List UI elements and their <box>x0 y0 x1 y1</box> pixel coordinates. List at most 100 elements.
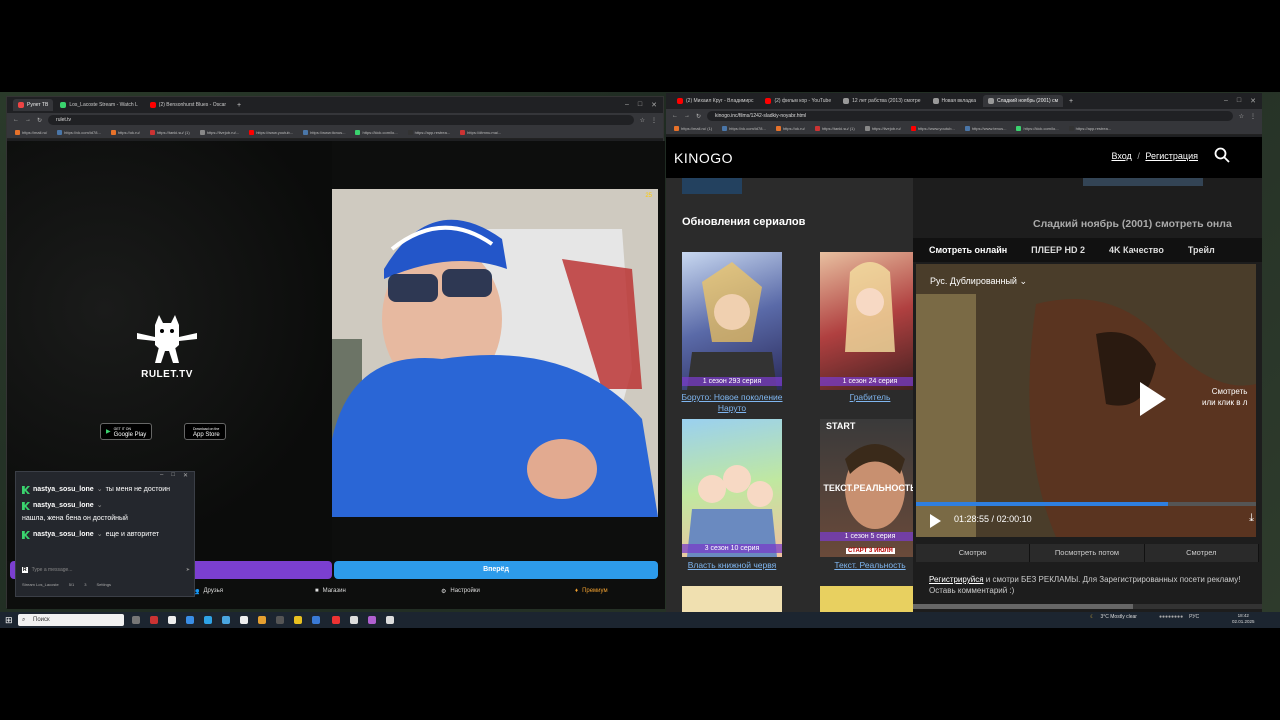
series-title[interactable]: Власть книжной червя <box>677 560 787 571</box>
language-indicator[interactable]: РУС <box>1189 614 1199 620</box>
right-tab-1[interactable]: (2) Михаил Круг - Владимирс <box>672 95 758 107</box>
prev-poster-thumb[interactable] <box>682 178 742 194</box>
app-icon[interactable] <box>312 616 320 624</box>
maximize-button[interactable]: □ <box>171 472 175 482</box>
app-icon[interactable] <box>240 616 248 624</box>
chrome-icon[interactable] <box>386 616 394 624</box>
tab-4k[interactable]: 4K Качество <box>1109 245 1164 255</box>
download-icon[interactable]: ⤓ <box>1249 512 1254 525</box>
series-poster[interactable]: 3 сезон 10 серия <box>682 419 782 557</box>
nav-settings[interactable]: ⚙ Настройки <box>441 588 480 595</box>
horizontal-scrollbar[interactable] <box>913 604 1262 609</box>
kinogo-logo[interactable]: KINOGO <box>674 150 733 166</box>
chat-settings[interactable]: Settings <box>96 582 110 587</box>
left-tab-1[interactable]: Рулет ТВ <box>13 99 54 111</box>
maximize-button[interactable]: □ <box>638 101 642 109</box>
menu-icon[interactable]: ⋮ <box>651 117 657 124</box>
taskbar-search[interactable]: ⌕ Поиск <box>18 614 124 626</box>
close-button[interactable]: ✕ <box>651 101 657 109</box>
weather-text[interactable]: 3°C Mostly clear <box>1100 614 1136 620</box>
star-icon[interactable]: ☆ <box>640 117 645 124</box>
star-icon[interactable]: ☆ <box>1239 113 1244 120</box>
forward-icon[interactable]: → <box>684 113 690 119</box>
app-icon[interactable] <box>186 616 194 624</box>
rulet-logo[interactable]: RULET.TV <box>117 311 217 401</box>
minimize-button[interactable]: – <box>1224 97 1228 105</box>
app-store-button[interactable]: Download on the App Store <box>184 423 226 440</box>
scroll-thumb[interactable] <box>913 604 1133 609</box>
tray-icons[interactable]: ●●●●●●●● <box>1159 614 1183 620</box>
bookmark-item[interactable]: https://vk.com/id78... <box>722 126 766 131</box>
app-icon[interactable] <box>150 616 158 624</box>
weather-icon[interactable]: ☾ <box>1090 614 1094 620</box>
opera-icon[interactable] <box>332 616 340 624</box>
send-icon[interactable]: ➤ <box>186 567 190 573</box>
forward-icon[interactable]: → <box>25 117 31 123</box>
search-icon[interactable] <box>1214 147 1230 168</box>
close-button[interactable]: ✕ <box>1250 97 1256 105</box>
back-icon[interactable]: ← <box>13 117 19 123</box>
telegram-icon[interactable] <box>222 616 230 624</box>
series-poster[interactable]: START ТЕКСТ.РЕАЛЬНОСТЬ 1 сезон 5 серия С… <box>820 419 913 557</box>
windows-start-icon[interactable]: ⊞ <box>5 615 13 626</box>
right-tab-5[interactable]: Сладкий ноябрь (2001) см <box>982 95 1064 107</box>
google-play-button[interactable]: ▶ GET IT ON Google Play <box>100 423 153 440</box>
series-poster[interactable] <box>682 586 782 613</box>
bookmark-item[interactable]: https://tanki.su/ (1) <box>149 130 190 135</box>
nav-friends[interactable]: 👥 Друзья <box>192 588 223 595</box>
reload-icon[interactable]: ↻ <box>696 113 701 120</box>
app-icon[interactable] <box>276 616 284 624</box>
play-overlay-icon[interactable] <box>1140 382 1166 416</box>
reload-icon[interactable]: ↻ <box>37 117 42 124</box>
bookmark-item[interactable]: https://vk.com/id78... <box>57 130 101 135</box>
stream-label[interactable]: Stream Los_Lacoste <box>22 582 59 587</box>
edge-icon[interactable] <box>204 616 212 624</box>
new-tab-button[interactable]: + <box>237 102 241 109</box>
watching-button[interactable]: Смотрю <box>916 544 1031 562</box>
series-title[interactable]: Текст. Реальность <box>815 560 913 571</box>
bookmark-item[interactable]: https://app.restrea... <box>407 130 450 135</box>
tab-player-hd2[interactable]: ПЛЕЕР HD 2 <box>1031 245 1085 255</box>
series-title[interactable]: Боруто: Новое поколение Наруто <box>677 392 787 414</box>
chat-username[interactable]: nastya_sosu_lone <box>33 530 94 540</box>
new-tab-button[interactable]: + <box>1069 98 1073 105</box>
register-link[interactable]: Регистрация <box>1145 151 1198 161</box>
bookmark-item[interactable]: https://www.tenus... <box>964 126 1006 131</box>
clock[interactable]: 18:42 02.01.2025 <box>1232 613 1255 625</box>
right-tab-4[interactable]: Новая вкладка <box>928 95 981 107</box>
progress-bar[interactable] <box>916 502 1256 506</box>
bookmark-item[interactable]: https://livejob.ru/ <box>864 126 901 131</box>
tab-trailer[interactable]: Трейл <box>1188 245 1215 255</box>
right-tab-2[interactable]: (2) фильм кор - YouTube <box>760 95 836 107</box>
series-poster[interactable]: 1 сезон 293 серия <box>682 252 782 390</box>
series-poster[interactable] <box>820 586 913 613</box>
watch-later-button[interactable]: Посмотреть потом <box>1030 544 1145 562</box>
bookmark-item[interactable]: https://www.youtub... <box>249 130 293 135</box>
bookmark-item[interactable]: https://www.ticnus... <box>303 130 345 135</box>
bookmark-item[interactable]: https://mail.ru/ <box>15 130 47 135</box>
chat-username[interactable]: nastya_sosu_lone <box>33 485 94 495</box>
bookmark-item[interactable]: https://mail.ru/ (1) <box>674 126 712 131</box>
right-tab-3[interactable]: 12 лет рабства (2013) смотре <box>838 95 925 107</box>
app-icon[interactable] <box>368 616 376 624</box>
task-view-icon[interactable] <box>132 616 140 624</box>
nav-premium[interactable]: ♦ Премиум <box>575 588 608 594</box>
left-url-field[interactable]: rulet.tv <box>48 115 634 125</box>
minimize-button[interactable]: – <box>625 101 629 109</box>
series-poster[interactable]: 1 сезон 24 серия <box>820 252 913 390</box>
register-promo-link[interactable]: Регистрируйся <box>929 575 984 584</box>
bookmark-item[interactable]: https://kick.com/lo... <box>1016 126 1059 131</box>
play-icon[interactable] <box>930 514 941 528</box>
close-button[interactable]: ✕ <box>183 472 188 482</box>
bookmark-item[interactable]: https://tanki.su/ (1) <box>814 126 855 131</box>
chat-username[interactable]: nastya_sosu_lone <box>33 501 94 511</box>
chat-input[interactable]: Type a message... <box>32 567 182 573</box>
login-link[interactable]: Вход <box>1111 151 1131 161</box>
bookmark-item[interactable]: https://app.restrea... <box>1068 126 1111 131</box>
chrome-icon[interactable] <box>350 616 358 624</box>
back-icon[interactable]: ← <box>672 113 678 119</box>
right-url-field[interactable]: kinogo.inc/films/1242-sladkiy-noyabr.htm… <box>707 111 1233 121</box>
left-tab-2[interactable]: Los_Lacoste Stream - Watch L <box>55 99 142 111</box>
watched-button[interactable]: Смотрел <box>1145 544 1259 562</box>
nav-shop[interactable]: ■ Магазин <box>315 588 346 594</box>
